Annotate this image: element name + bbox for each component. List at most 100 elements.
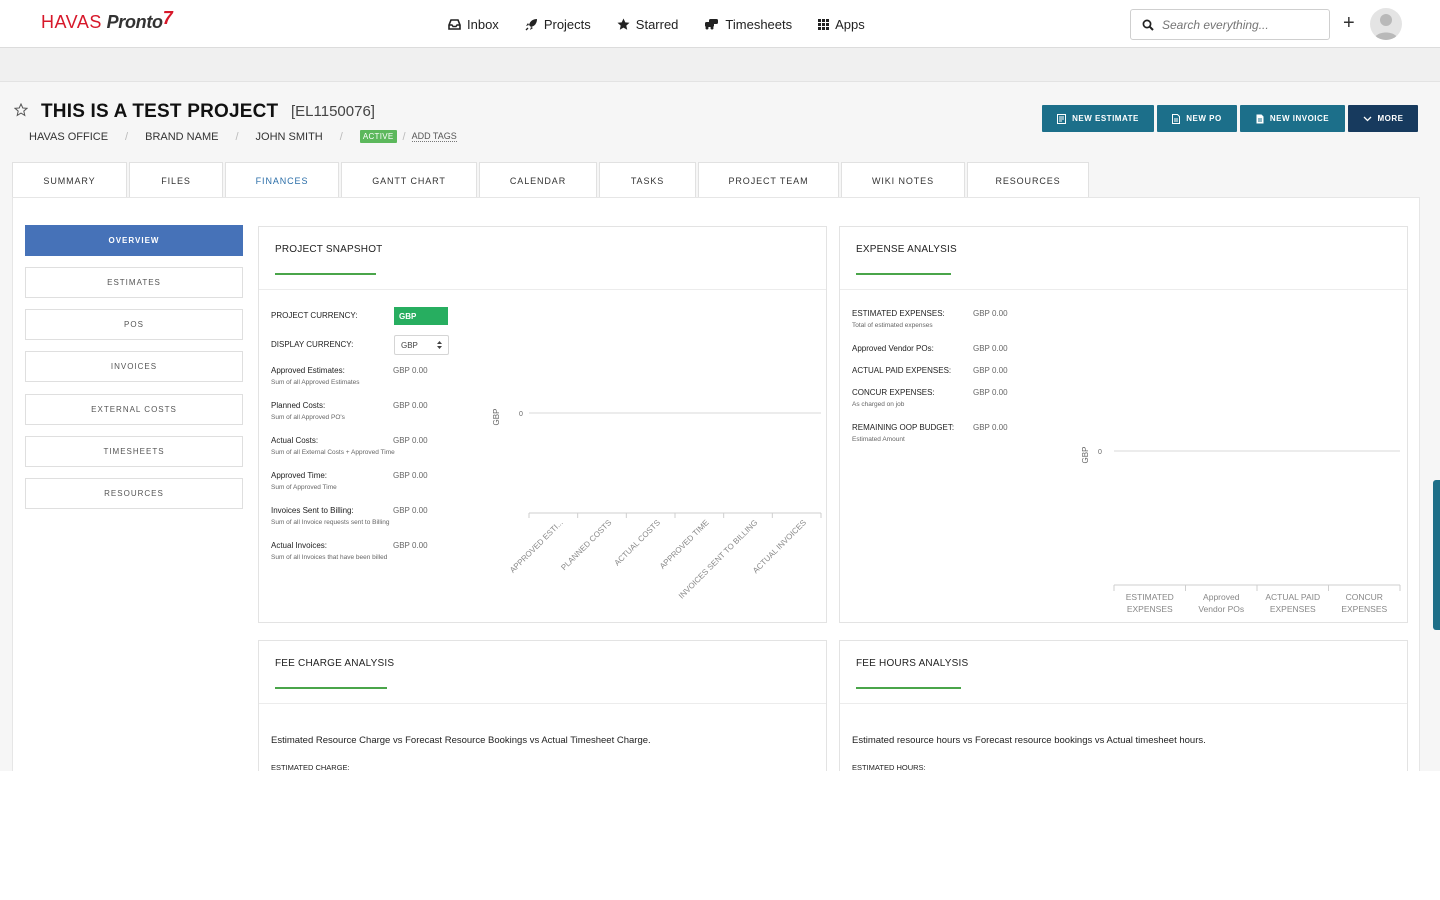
tab-project-team[interactable]: PROJECT TEAM <box>698 162 839 198</box>
more-label: MORE <box>1377 114 1404 123</box>
y-axis-label: GBP <box>1081 447 1090 464</box>
side-pos[interactable]: POS <box>25 309 243 340</box>
card-divider <box>840 289 1407 290</box>
snapshot-row-label: Approved Time: <box>271 471 328 480</box>
snapshot-row-label: Planned Costs: <box>271 401 326 410</box>
snapshot-row-value: GBP 0.00 <box>393 366 428 375</box>
project-currency-value: GBP <box>394 307 448 325</box>
nav-starred-label: Starred <box>635 16 679 32</box>
crumb-owner[interactable]: JOHN SMITH <box>256 131 323 143</box>
avatar[interactable] <box>1370 8 1402 40</box>
card-divider <box>259 289 826 290</box>
tab-tasks[interactable]: TASKS <box>599 162 696 198</box>
side-timesheets[interactable]: TIMESHEETS <box>25 436 243 467</box>
new-estimate-button[interactable]: NEW ESTIMATE <box>1042 105 1154 132</box>
crumb-office[interactable]: HAVAS OFFICE <box>29 131 108 143</box>
favorite-star-icon[interactable] <box>14 103 28 117</box>
logo-bolt: 7 <box>162 8 173 28</box>
crumb-brand[interactable]: BRAND NAME <box>145 131 218 143</box>
snapshot-row-label: Approved Estimates: <box>271 366 345 375</box>
estimate-icon <box>1057 113 1067 124</box>
new-invoice-label: NEW INVOICE <box>1269 114 1330 123</box>
top-navbar: HAVAS Pronto7 Inbox Projects Starred Tim… <box>0 0 1440 48</box>
main-nav: Inbox Projects Starred Timesheets Apps <box>448 0 891 48</box>
nav-inbox[interactable]: Inbox <box>448 17 499 32</box>
expense-row-value: GBP 0.00 <box>973 388 1008 397</box>
expense-row-value: GBP 0.00 <box>973 344 1008 353</box>
x-tick-label: APPROVED TIME <box>658 518 711 571</box>
search-box[interactable] <box>1130 9 1330 40</box>
y-tick-label: 0 <box>519 411 523 418</box>
nav-starred[interactable]: Starred <box>617 16 679 32</box>
fee-hours-description: Estimated resource hours vs Forecast res… <box>852 735 1206 746</box>
fee-hours-title: FEE HOURS ANALYSIS <box>856 658 969 669</box>
tab-gantt-chart[interactable]: GANTT CHART <box>341 162 477 198</box>
snapshot-row-value: GBP 0.00 <box>393 436 428 445</box>
display-currency-label: DISPLAY CURRENCY: <box>271 340 354 349</box>
tab-wiki-notes[interactable]: WIKI NOTES <box>841 162 965 198</box>
estimated-charge-label: ESTIMATED CHARGE: <box>271 763 350 771</box>
tab-resources[interactable]: RESOURCES <box>967 162 1089 198</box>
snapshot-row-sub: Sum of all Invoices that have been bille… <box>271 554 388 561</box>
tab-calendar[interactable]: CALENDAR <box>479 162 597 198</box>
snapshot-row-sub: Sum of all Approved PO's <box>271 414 345 421</box>
nav-timesheets[interactable]: Timesheets <box>704 17 792 32</box>
side-resources[interactable]: RESOURCES <box>25 478 243 509</box>
expense-row-sub: As charged on job <box>852 401 905 408</box>
x-tick-label: EXPENSES <box>1270 604 1316 614</box>
x-tick-label: ESTIMATED <box>1126 592 1174 602</box>
tab-finances[interactable]: FINANCES <box>225 162 339 198</box>
select-arrows-icon <box>437 341 442 349</box>
nav-projects[interactable]: Projects <box>525 17 591 32</box>
inbox-icon <box>448 18 461 30</box>
snapshot-title: PROJECT SNAPSHOT <box>275 244 383 255</box>
x-tick-label: ACTUAL INVOICES <box>751 518 808 575</box>
havas-pronto-logo[interactable]: HAVAS Pronto7 <box>41 8 173 33</box>
crumb-separator: / <box>235 130 239 143</box>
expense-row-label: ESTIMATED EXPENSES: <box>852 309 945 318</box>
more-button[interactable]: MORE <box>1348 105 1418 132</box>
side-invoices[interactable]: INVOICES <box>25 351 243 382</box>
project-currency-label: PROJECT CURRENCY: <box>271 311 358 320</box>
new-po-button[interactable]: NEW PO <box>1157 105 1237 132</box>
crumb-separator: / <box>339 130 343 143</box>
fee-charge-card: FEE CHARGE ANALYSIS Estimated Resource C… <box>258 640 827 771</box>
nav-apps[interactable]: Apps <box>818 17 865 32</box>
crumb-separator: / <box>125 130 129 143</box>
tab-summary[interactable]: SUMMARY <box>12 162 127 198</box>
side-external-costs[interactable]: EXTERNAL COSTS <box>25 394 243 425</box>
snapshot-row-value: GBP 0.00 <box>393 541 428 550</box>
search-input[interactable] <box>1162 17 1322 32</box>
add-icon[interactable]: + <box>1343 13 1355 33</box>
title-underline <box>856 273 951 275</box>
expense-row-label: Approved Vendor POs: <box>852 344 934 353</box>
snapshot-row-sub: Sum of all External Costs + Approved Tim… <box>271 449 395 456</box>
tab-files[interactable]: FILES <box>129 162 223 198</box>
add-tags-link[interactable]: ADD TAGS <box>411 131 457 142</box>
x-tick-label: EXPENSES <box>1127 604 1173 614</box>
project-tabs: SUMMARY FILES FINANCES GANTT CHART CALEN… <box>12 162 1091 198</box>
grid-icon <box>818 18 830 30</box>
display-currency-select[interactable]: GBP <box>394 335 449 355</box>
card-divider <box>259 703 826 704</box>
x-tick-label: EXPENSES <box>1341 604 1387 614</box>
display-currency-value: GBP <box>401 340 418 350</box>
title-underline <box>856 687 961 689</box>
x-tick-label: Approved <box>1203 592 1240 602</box>
invoice-document-icon <box>1256 114 1264 123</box>
snapshot-row-label: Invoices Sent to Billing: <box>271 506 354 515</box>
nav-inbox-label: Inbox <box>467 16 499 32</box>
new-invoice-button[interactable]: NEW INVOICE <box>1240 105 1345 132</box>
y-tick-label: 0 <box>1098 449 1102 456</box>
search-icon <box>1142 19 1154 31</box>
side-estimates[interactable]: ESTIMATES <box>25 267 243 298</box>
fee-hours-card: FEE HOURS ANALYSIS Estimated resource ho… <box>839 640 1408 771</box>
side-overview[interactable]: OVERVIEW <box>25 225 243 256</box>
expense-chart: GBP 0 ESTIMATED EXPENSES Approved Vendor POs A… <box>1081 447 1401 614</box>
expense-row-label: CONCUR EXPENSES: <box>852 388 935 397</box>
x-tick-label: ACTUAL PAID <box>1265 592 1320 602</box>
rocket-icon <box>525 18 537 30</box>
scroll-indicator[interactable] <box>1433 480 1440 630</box>
star-icon <box>617 18 630 30</box>
logo-havas: HAVAS <box>41 12 102 32</box>
